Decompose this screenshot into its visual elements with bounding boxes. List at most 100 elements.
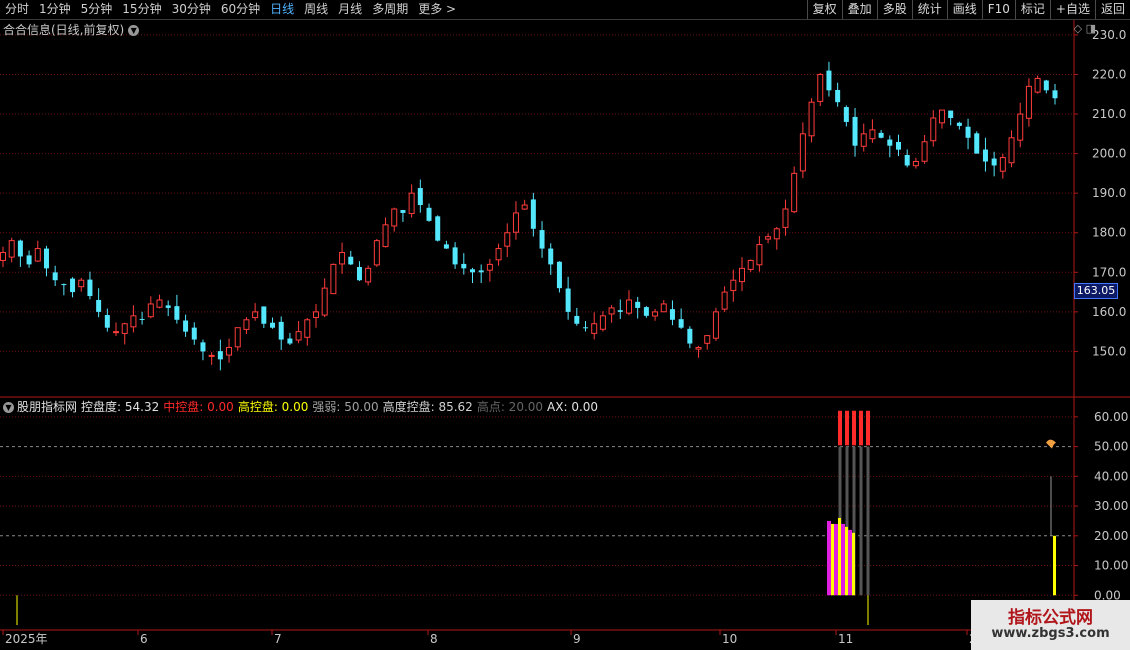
candle-up xyxy=(1025,85,1032,119)
candle-down xyxy=(904,154,910,166)
candle-up xyxy=(999,157,1006,172)
candle-down xyxy=(687,328,693,344)
indicator-item-0: 控盘度: 54.32 xyxy=(81,400,160,414)
ind-y-tick-label: 10.00 xyxy=(1094,559,1128,573)
candle-down xyxy=(452,247,458,265)
candle-down xyxy=(635,301,641,308)
candle-down xyxy=(548,248,554,265)
indicator-menu-icon[interactable]: ▼ xyxy=(3,402,14,413)
candle-up xyxy=(365,267,372,283)
candle-up xyxy=(860,133,867,147)
ind-red-bar xyxy=(852,410,856,446)
candle-up xyxy=(113,331,120,334)
ind-y-tick-label: 40.00 xyxy=(1094,469,1128,483)
x-tick-label: 2025年 xyxy=(5,632,48,646)
candle-up xyxy=(608,307,615,315)
maximize-icon[interactable]: ◨ xyxy=(1086,22,1096,35)
candle-down xyxy=(278,321,284,340)
y-tick-label: 200.0 xyxy=(1092,147,1126,161)
candle-up xyxy=(312,311,319,318)
candle-down xyxy=(104,315,110,328)
candle-up xyxy=(1008,137,1015,164)
candle-down xyxy=(991,158,997,166)
y-tick-label: 170.0 xyxy=(1092,265,1126,279)
ind-yellow-bar xyxy=(845,526,848,596)
candle-up xyxy=(0,252,6,261)
indicator-item-3: 强弱: 50.00 xyxy=(312,400,379,414)
candle-up xyxy=(652,311,659,317)
candle-up xyxy=(808,101,815,137)
candle-down xyxy=(435,216,441,241)
candle-down xyxy=(356,267,362,281)
candle-down xyxy=(461,263,467,269)
candle-down xyxy=(217,351,223,360)
indicator-name: 股朋指标网 xyxy=(17,400,78,414)
candle-down xyxy=(565,288,571,312)
candle-up xyxy=(704,335,711,344)
x-tick-label: 7 xyxy=(274,632,282,646)
candle-down xyxy=(70,278,76,293)
candle-down xyxy=(965,126,971,138)
candle-up xyxy=(391,208,398,227)
candle-up xyxy=(938,109,945,124)
candle-down xyxy=(843,107,849,122)
candle-down xyxy=(478,270,484,273)
candle-down xyxy=(17,240,23,257)
x-tick-label: 10 xyxy=(722,632,737,646)
candle-up xyxy=(930,117,937,142)
candle-up xyxy=(147,303,154,318)
candle-down xyxy=(61,284,67,286)
candle-down xyxy=(26,255,32,265)
y-tick-label: 160.0 xyxy=(1092,305,1126,319)
candle-down xyxy=(678,319,684,328)
candle-down xyxy=(165,305,171,308)
ind-y-tick-label: 60.00 xyxy=(1094,410,1128,424)
kline-chart[interactable]: 150.0 160.0 170.0 180.0 190.0 200.0 210.0 220.0… xyxy=(0,0,1130,650)
candle-down xyxy=(826,70,832,91)
watermark-title: 指标公式网 xyxy=(1008,608,1093,628)
chevron-down-icon[interactable]: ▼ xyxy=(128,25,140,36)
candle-down xyxy=(400,210,406,213)
candle-up xyxy=(773,228,780,240)
candle-down xyxy=(139,318,145,320)
candle-up xyxy=(304,319,311,338)
ind-magenta-bar xyxy=(834,523,838,596)
candle-down xyxy=(617,310,623,312)
ind-yellow-bar xyxy=(852,532,855,596)
candle-down xyxy=(270,322,276,328)
candle-down xyxy=(348,256,354,265)
candle-up xyxy=(660,303,667,313)
y-tick-label: 210.0 xyxy=(1092,107,1126,121)
candle-down xyxy=(852,116,858,146)
candle-down xyxy=(887,139,893,146)
candle-up xyxy=(521,204,528,210)
y-tick-label: 230.0 xyxy=(1092,28,1126,42)
indicator-header: ▼ 股朋指标网 控盘度: 54.32 中控盘: 0.00 高控盘: 0.00 强弱: 50… xyxy=(3,398,602,415)
x-tick-label: 11 xyxy=(838,632,853,646)
candle-down xyxy=(443,244,449,249)
candle-up xyxy=(625,299,632,314)
candle-down xyxy=(417,188,423,206)
candle-up xyxy=(373,240,380,266)
candle-up xyxy=(1034,77,1041,93)
candle-up xyxy=(321,287,328,316)
candle-up xyxy=(234,327,241,348)
candle-down xyxy=(469,269,475,273)
ind-y-tick-label: 30.00 xyxy=(1094,499,1128,513)
pane-controls: ◇ ◨ xyxy=(1074,22,1096,35)
candle-up xyxy=(599,315,606,330)
candle-up xyxy=(799,133,806,172)
candle-down xyxy=(174,306,180,320)
candle-up xyxy=(339,252,346,265)
candle-down xyxy=(835,89,841,103)
y-tick-label: 190.0 xyxy=(1092,186,1126,200)
candle-down xyxy=(982,149,988,162)
candle-down xyxy=(1052,90,1058,99)
diamond-icon[interactable]: ◇ xyxy=(1074,22,1082,35)
candle-up xyxy=(712,311,719,339)
candle-down xyxy=(183,320,189,332)
candle-up xyxy=(765,236,772,240)
stock-title-text: 合合信息(日线,前复权) xyxy=(3,23,125,37)
x-tick-label: 8 xyxy=(430,632,438,646)
candle-up xyxy=(912,161,919,167)
